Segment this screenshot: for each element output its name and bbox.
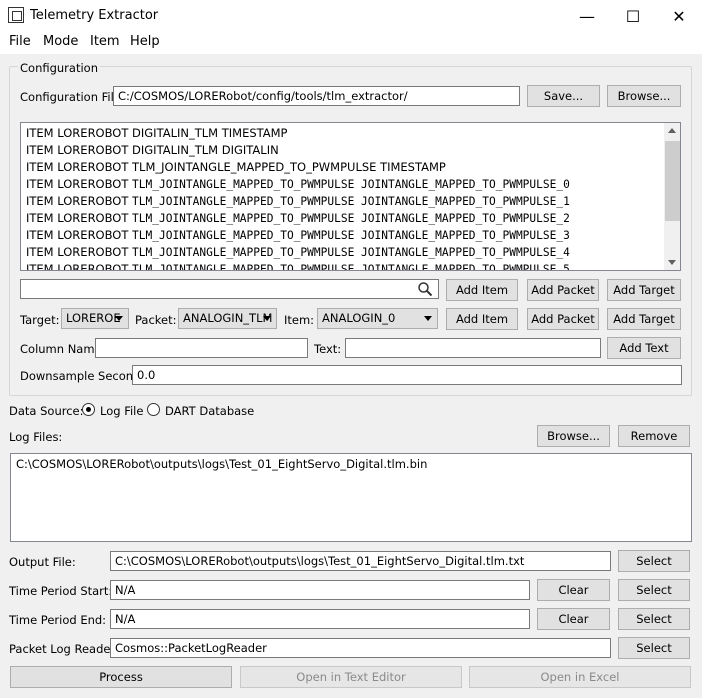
data-source-label: Data Source: [9,404,84,418]
window-title: Telemetry Extractor [30,8,159,23]
dart-database-radio[interactable] [147,403,160,416]
list-item[interactable]: ITEM LOREROBOT TLM_JOINTANGLE_MAPPED_TO_… [26,244,570,261]
item-label: Item: [284,313,315,327]
add-target-button-2[interactable]: Add Target [607,308,681,330]
configuration-group-title: Configuration [18,61,100,75]
packet-select[interactable]: ANALOGIN_TLM [178,308,277,329]
list-item[interactable]: ITEM LOREROBOT TLM_JOINTANGLE_MAPPED_TO_… [26,176,570,193]
menu-help[interactable]: Help [130,34,160,49]
open-text-editor-button[interactable]: Open in Text Editor [240,666,462,688]
save-button[interactable]: Save... [527,85,600,107]
log-files-list[interactable]: C:\COSMOS\LORERobot\outputs\logs\Test_01… [10,453,692,542]
menu-file[interactable]: File [9,34,31,49]
item-search-input[interactable] [20,279,439,299]
add-target-button[interactable]: Add Target [607,279,681,301]
list-item[interactable]: ITEM LOREROBOT TLM_JOINTANGLE_MAPPED_TO_… [26,159,446,176]
scroll-up-icon[interactable] [668,128,676,133]
add-packet-button-2[interactable]: Add Packet [527,308,599,330]
log-file-radio-label[interactable]: Log File [100,404,143,418]
time-end-clear-button[interactable]: Clear [537,608,610,630]
downsample-input[interactable]: 0.0 [132,365,682,385]
minimize-button[interactable]: — [564,0,610,32]
item-select[interactable]: ANALOGIN_0 [317,308,438,329]
time-end-select-button[interactable]: Select [618,608,690,630]
output-select-button[interactable]: Select [618,550,690,572]
packet-log-reader-select-button[interactable]: Select [618,637,690,659]
time-start-label: Time Period Start: [9,584,113,598]
list-item[interactable]: C:\COSMOS\LORERobot\outputs\logs\Test_01… [16,456,427,473]
time-start-select-button[interactable]: Select [618,579,690,601]
packet-label: Packet: [135,313,177,327]
column-name-input[interactable] [95,338,308,358]
time-start-clear-button[interactable]: Clear [537,579,610,601]
close-button[interactable]: ✕ [656,0,702,32]
column-name-label: Column Name: [20,342,106,356]
list-item[interactable]: ITEM LOREROBOT DIGITALIN_TLM TIMESTAMP [26,125,288,142]
list-item[interactable]: ITEM LOREROBOT TLM_JOINTANGLE_MAPPED_TO_… [26,193,570,210]
time-end-label: Time Period End: [9,613,107,627]
output-file-label: Output File: [9,555,76,569]
search-icon[interactable] [417,281,433,297]
scroll-down-icon[interactable] [668,260,676,265]
add-item-button-2[interactable]: Add Item [446,308,518,330]
downsample-label: Downsample Seconds: [20,369,151,383]
list-item[interactable]: ITEM LOREROBOT TLM_JOINTANGLE_MAPPED_TO_… [26,227,570,244]
list-item[interactable]: ITEM LOREROBOT TLM_JOINTANGLE_MAPPED_TO_… [26,261,570,270]
menu-item[interactable]: Item [90,34,120,49]
items-list-scrollbar[interactable] [664,123,680,270]
app-icon [8,7,24,23]
add-packet-button[interactable]: Add Packet [527,279,599,301]
target-select[interactable]: LOREROE [61,308,129,329]
remove-log-button[interactable]: Remove [618,425,690,447]
add-text-button[interactable]: Add Text [607,337,681,359]
add-item-button[interactable]: Add Item [446,279,518,301]
text-input[interactable] [345,338,601,358]
scroll-thumb[interactable] [665,141,680,221]
open-excel-button[interactable]: Open in Excel [469,666,691,688]
browse-log-button[interactable]: Browse... [537,425,610,447]
items-list[interactable]: ITEM LOREROBOT DIGITALIN_TLM TIMESTAMP I… [20,122,681,271]
maximize-button[interactable]: ☐ [610,0,656,32]
list-item[interactable]: ITEM LOREROBOT DIGITALIN_TLM DIGITALIN [26,142,279,159]
packet-log-reader-label: Packet Log Reader: [9,642,119,656]
process-button[interactable]: Process [10,666,232,688]
output-file-field[interactable]: C:\COSMOS\LORERobot\outputs\logs\Test_01… [110,551,611,571]
log-files-label: Log Files: [9,430,63,444]
text-label: Text: [314,342,342,356]
time-start-field[interactable]: N/A [110,580,530,600]
packet-log-reader-field[interactable]: Cosmos::PacketLogReader [110,638,611,658]
log-file-radio[interactable] [82,403,95,416]
menu-mode[interactable]: Mode [43,34,78,49]
config-file-label: Configuration File: [20,90,125,104]
config-file-field[interactable]: C:/COSMOS/LORERobot/config/tools/tlm_ext… [113,86,520,106]
target-label: Target: [20,313,60,327]
dart-database-radio-label[interactable]: DART Database [165,404,254,418]
time-end-field[interactable]: N/A [110,609,530,629]
list-item[interactable]: ITEM LOREROBOT TLM_JOINTANGLE_MAPPED_TO_… [26,210,570,227]
browse-config-button[interactable]: Browse... [607,85,681,107]
